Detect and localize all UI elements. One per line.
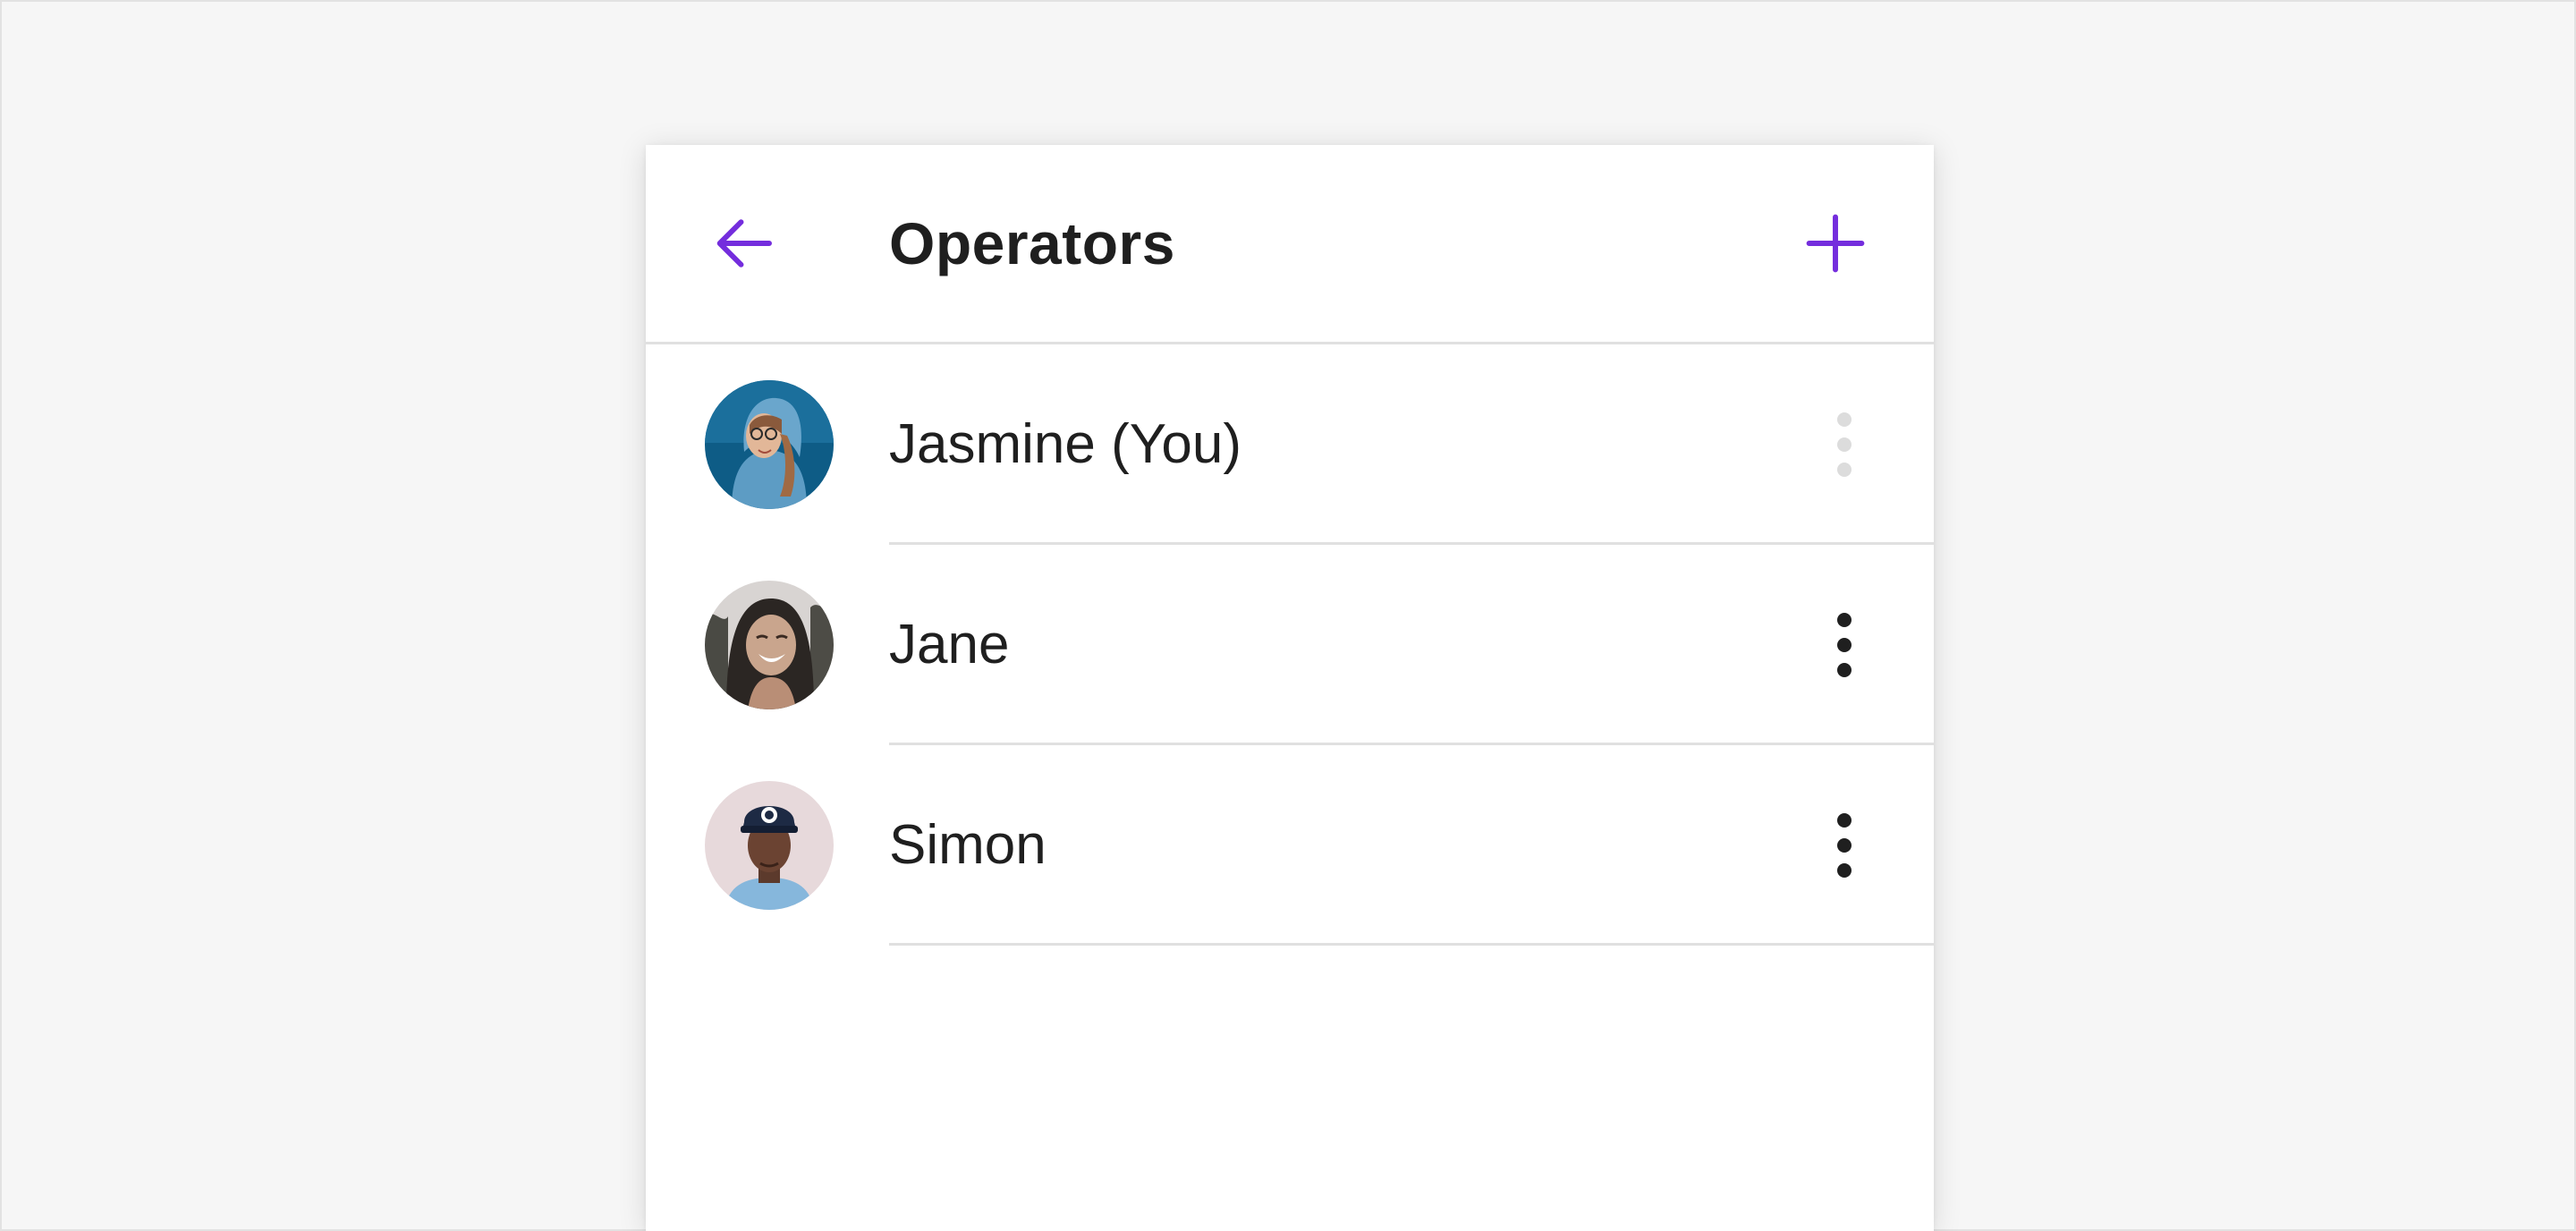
avatar: [705, 380, 834, 509]
arrow-left-icon: [716, 219, 772, 267]
operator-row: Jasmine (You): [646, 344, 1934, 545]
header-bar: Operators: [646, 145, 1934, 344]
operator-name: Jasmine (You): [889, 413, 1242, 475]
more-options-button: [1800, 400, 1889, 489]
operator-row: Jane: [646, 545, 1934, 745]
plus-icon: [1806, 214, 1865, 273]
more-options-button[interactable]: [1800, 801, 1889, 890]
page-background: Operators Jasmine (You) Jane Simon: [0, 0, 2576, 1231]
more-options-button[interactable]: [1800, 600, 1889, 690]
operator-row: Simon: [646, 745, 1934, 946]
more-vertical-icon: [1837, 813, 1852, 878]
row-divider: [889, 943, 1934, 946]
operator-name: Simon: [889, 814, 1046, 876]
add-operator-button[interactable]: [1791, 199, 1880, 288]
operator-list: Jasmine (You) Jane Simon: [646, 344, 1934, 946]
operators-panel: Operators Jasmine (You) Jane Simon: [646, 145, 1934, 1231]
more-vertical-icon: [1837, 613, 1852, 677]
page-title: Operators: [889, 210, 1175, 276]
avatar: [705, 781, 834, 910]
avatar: [705, 581, 834, 709]
more-vertical-icon: [1837, 412, 1852, 477]
back-button[interactable]: [699, 199, 789, 288]
operator-name: Jane: [889, 614, 1010, 675]
